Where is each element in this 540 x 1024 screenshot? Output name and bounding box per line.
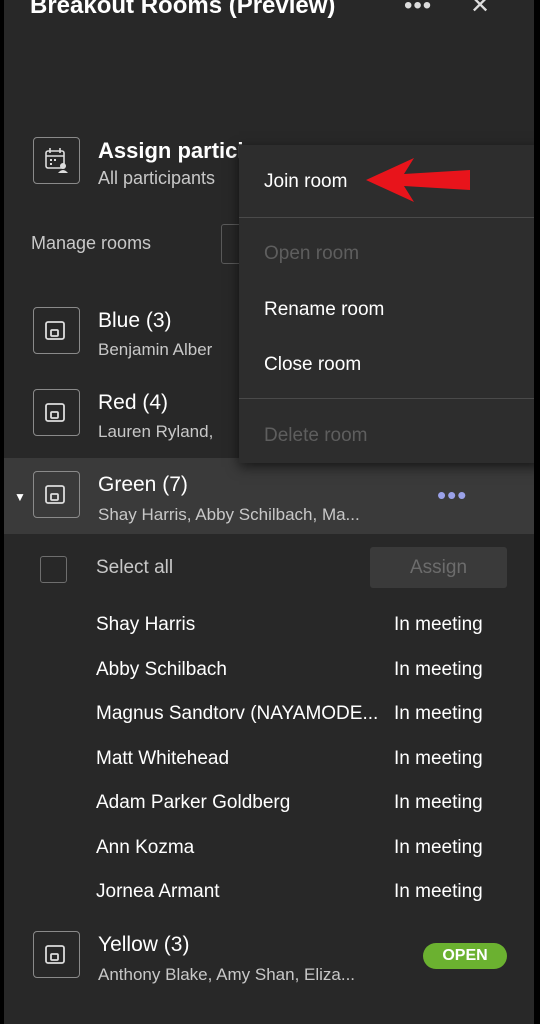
more-options-icon[interactable]: ••• <box>437 480 467 511</box>
room-name-yellow[interactable]: Yellow (3) <box>98 933 189 957</box>
room-icon[interactable] <box>33 471 80 518</box>
menu-item-rename-room[interactable]: Rename room <box>264 299 384 321</box>
assign-participants-title[interactable]: Assign partici <box>98 138 243 164</box>
more-options-icon[interactable]: ••• <box>404 0 432 20</box>
participant-status: In meeting <box>394 659 483 680</box>
caret-down-icon[interactable]: ▼ <box>14 490 26 504</box>
select-all-checkbox[interactable] <box>40 556 67 583</box>
participant-status: In meeting <box>394 792 483 813</box>
select-all-label[interactable]: Select all <box>96 557 173 579</box>
participant-status: In meeting <box>394 748 483 769</box>
room-icon[interactable] <box>33 931 80 978</box>
participant-name: Matt Whitehead <box>96 748 230 769</box>
close-icon[interactable]: ✕ <box>470 0 490 20</box>
room-name-green[interactable]: Green (7) <box>98 473 188 497</box>
assign-button[interactable]: Assign <box>370 547 507 588</box>
room-members-yellow: Anthony Blake, Amy Shan, Eliza... <box>98 965 356 984</box>
participant-name: Jornea Armant <box>96 881 220 902</box>
menu-divider <box>239 398 534 399</box>
breakout-rooms-panel: Breakout Rooms (Preview) ••• ✕ Assign pa… <box>4 0 534 1024</box>
room-members-red: Lauren Ryland, <box>98 422 214 441</box>
participant-status: In meeting <box>394 614 483 635</box>
participant-status: In meeting <box>394 881 483 902</box>
participant-name: Shay Harris <box>96 614 196 635</box>
room-icon[interactable] <box>33 389 80 436</box>
menu-item-delete-room[interactable]: Delete room <box>264 425 368 447</box>
menu-item-open-room[interactable]: Open room <box>264 243 359 265</box>
room-members-blue: Benjamin Alber <box>98 340 213 359</box>
participant-name: Ann Kozma <box>96 837 195 858</box>
room-members-green: Shay Harris, Abby Schilbach, Ma... <box>98 505 360 524</box>
participant-name: Abby Schilbach <box>96 659 227 680</box>
participant-name: Magnus Sandtorv (NAYAMODE... <box>96 703 379 724</box>
status-badge: OPEN <box>423 943 507 969</box>
room-name-blue[interactable]: Blue (3) <box>98 309 172 333</box>
red-arrow-icon <box>366 158 470 202</box>
participant-status: In meeting <box>394 837 483 858</box>
menu-divider <box>239 217 534 218</box>
room-name-red[interactable]: Red (4) <box>98 391 168 415</box>
calendar-people-icon[interactable] <box>33 137 80 184</box>
panel-title: Breakout Rooms (Preview) <box>30 0 336 19</box>
participant-status: In meeting <box>394 703 483 724</box>
manage-rooms-label: Manage rooms <box>31 233 152 253</box>
assign-participants-subtitle: All participants <box>98 168 216 188</box>
room-icon[interactable] <box>33 307 80 354</box>
menu-item-close-room[interactable]: Close room <box>264 354 361 376</box>
menu-item-join-room[interactable]: Join room <box>264 171 347 193</box>
participant-name: Adam Parker Goldberg <box>96 792 291 813</box>
